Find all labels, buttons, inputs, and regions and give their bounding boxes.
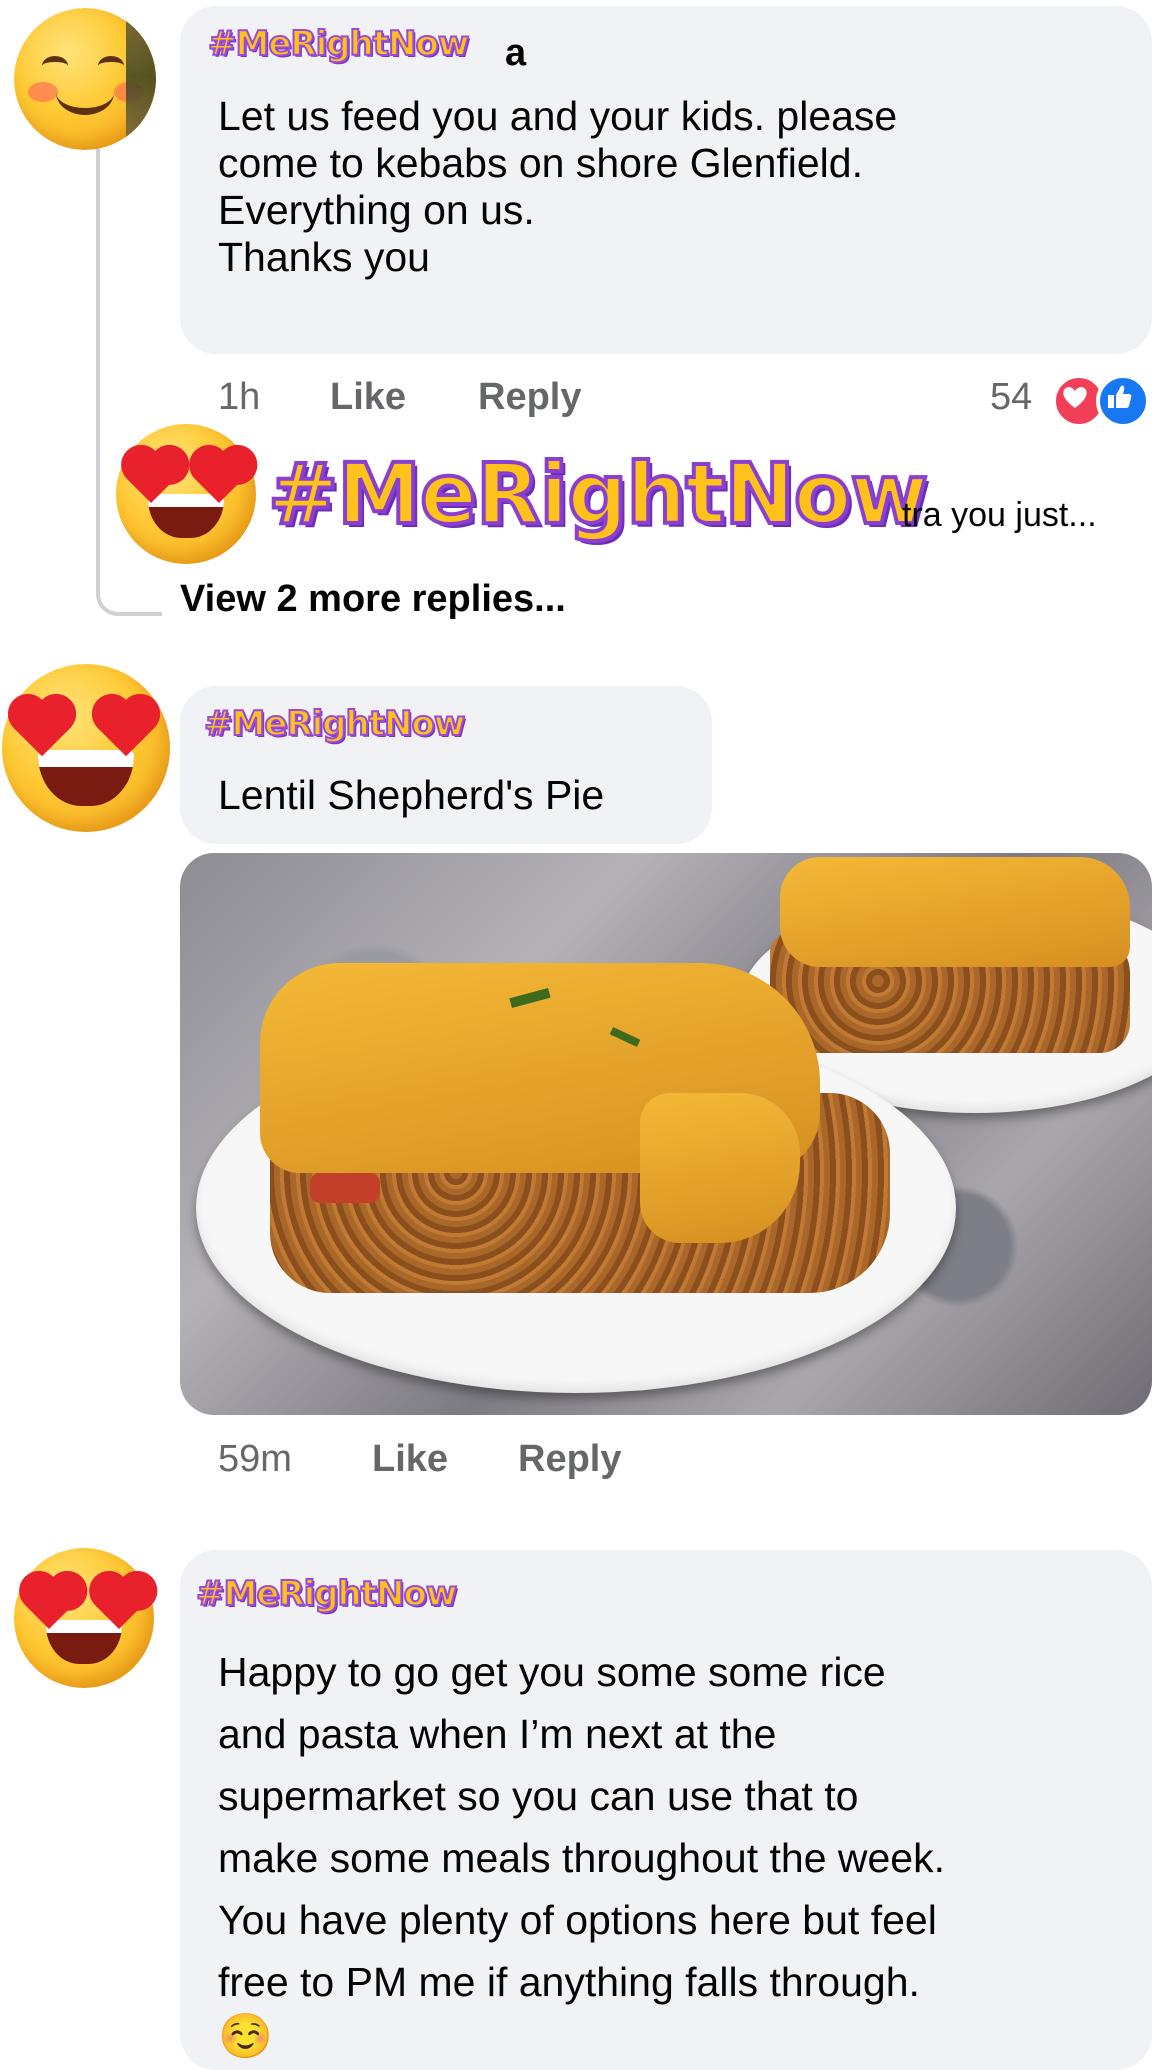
heart-eyes-face-icon xyxy=(2,664,170,832)
avatar[interactable] xyxy=(116,424,256,564)
watermark-tag: #MeRightNow xyxy=(195,1573,458,1615)
avatar[interactable] xyxy=(14,1548,154,1688)
watermark-tag: #MeRightNow xyxy=(203,703,466,745)
thread-line xyxy=(96,142,100,472)
comment-time[interactable]: 1h xyxy=(218,376,260,419)
view-more-replies[interactable]: View 2 more replies... xyxy=(180,578,566,621)
like-button[interactable]: Like xyxy=(372,1438,448,1481)
like-button[interactable]: Like xyxy=(330,376,406,419)
watermark-tag: #MeRightNow xyxy=(207,23,470,65)
comment-text: Happy to go get you some some rice and p… xyxy=(218,1649,945,2005)
heart-eyes-face-icon xyxy=(14,1548,154,1688)
food-photo[interactable] xyxy=(180,853,1152,1415)
reaction-count[interactable]: 54 xyxy=(990,376,1032,419)
reply-preview-text[interactable]: tra you just... xyxy=(902,496,1097,535)
watermark-tag: #MeRightNow xyxy=(266,443,930,545)
comment-text: Lentil Shepherd's Pie xyxy=(218,772,605,818)
reply-button[interactable]: Reply xyxy=(478,376,581,419)
smiling-emoji: ☺️ xyxy=(218,2012,273,2061)
reply-button[interactable]: Reply xyxy=(518,1438,621,1481)
comment-author[interactable]: a xyxy=(505,32,526,75)
thumbs-up-icon[interactable] xyxy=(1096,374,1150,428)
avatar[interactable] xyxy=(14,8,156,150)
avatar[interactable] xyxy=(2,664,170,832)
comment-text: Let us feed you and your kids. please co… xyxy=(218,93,898,280)
comment-time[interactable]: 59m xyxy=(218,1438,292,1481)
